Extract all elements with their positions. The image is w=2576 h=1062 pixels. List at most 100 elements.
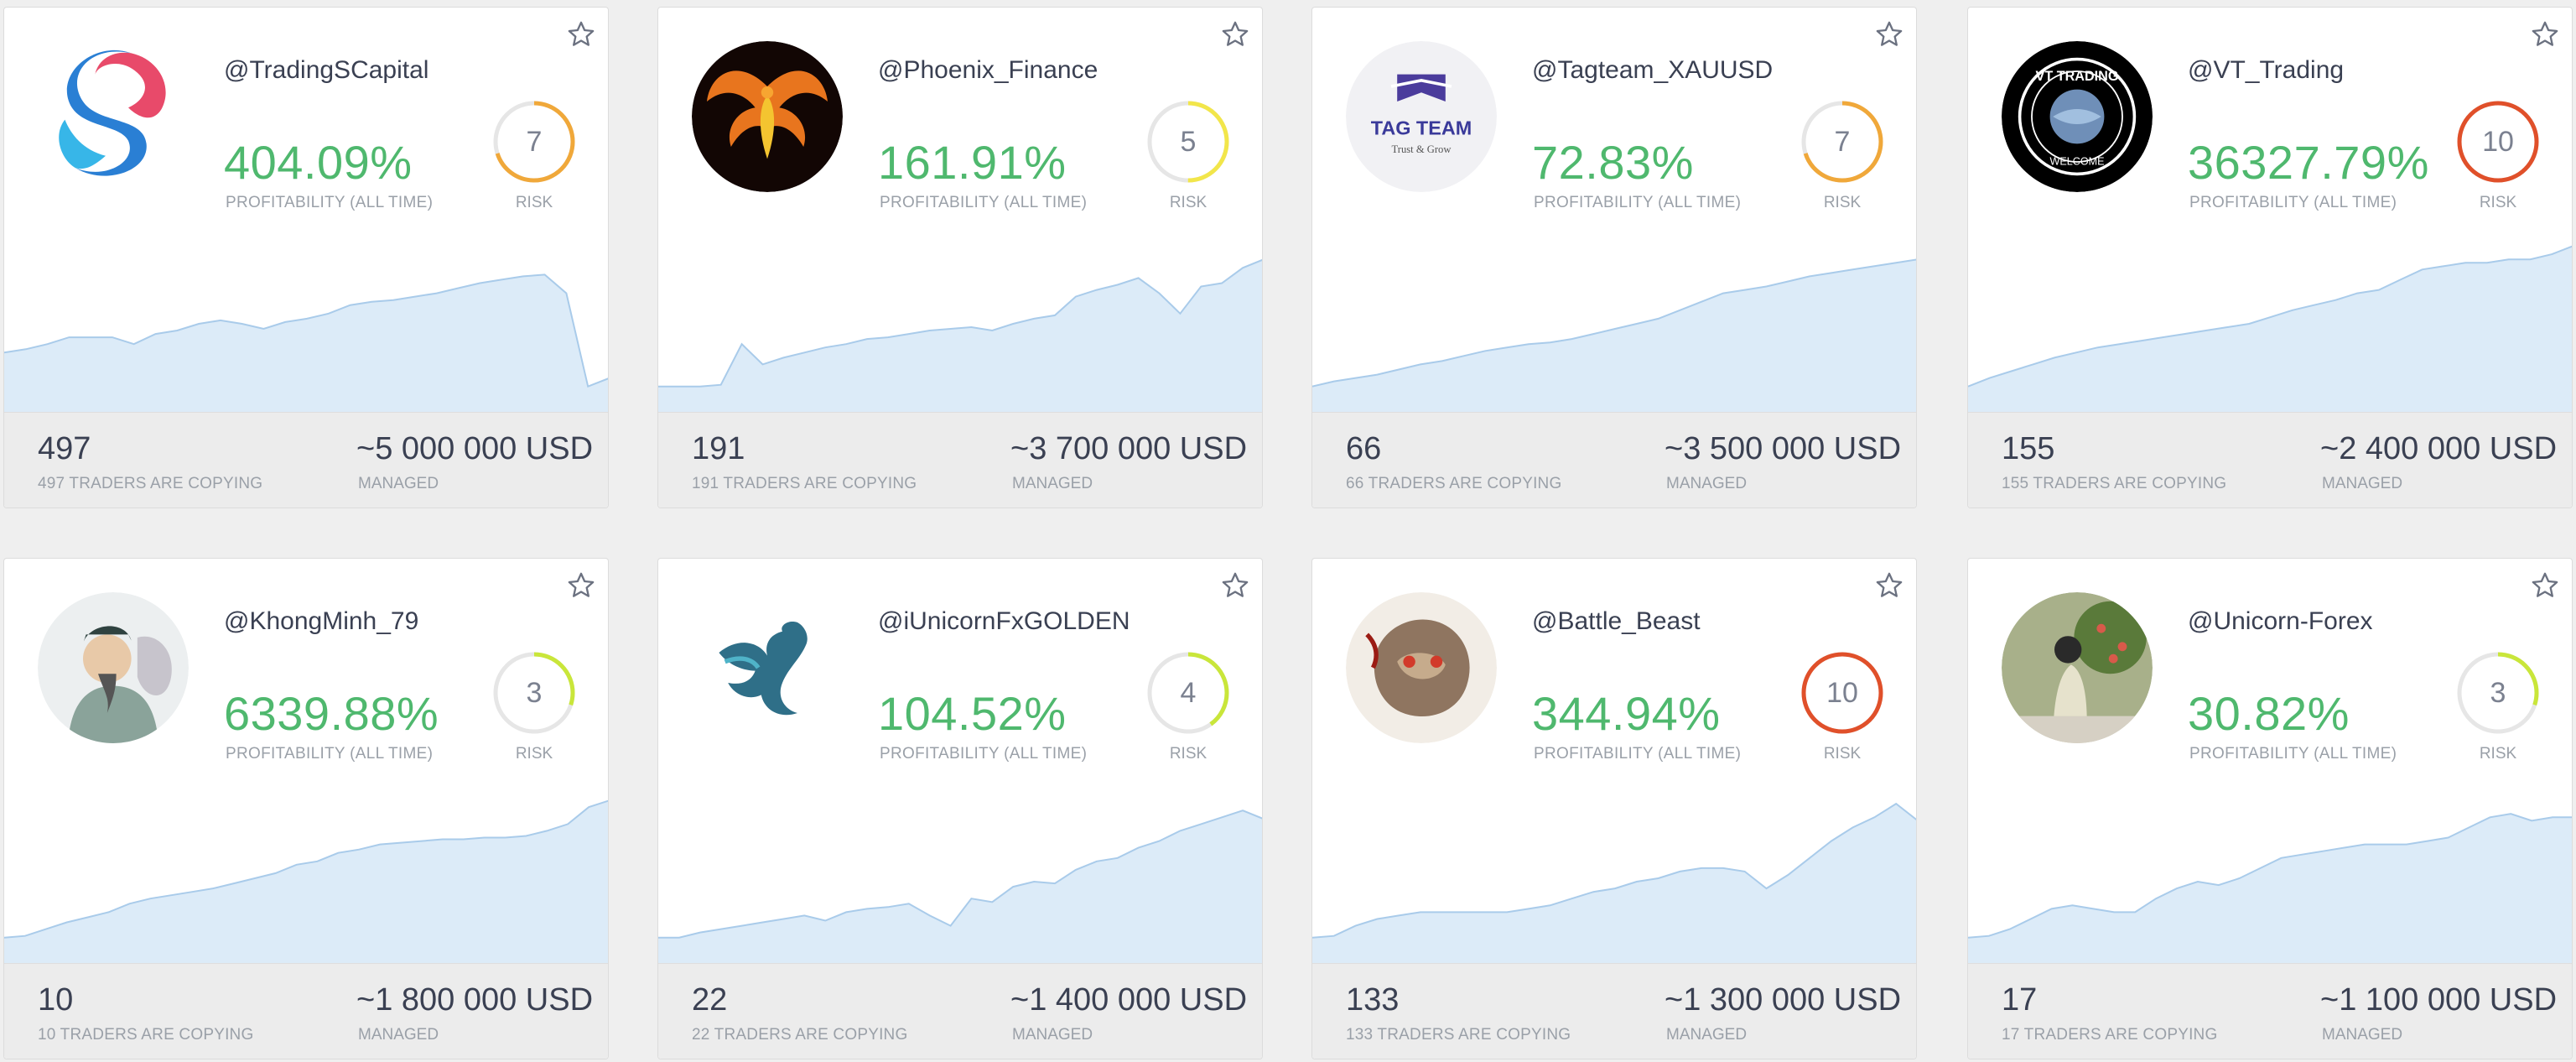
risk-label: RISK <box>1169 745 1208 763</box>
equity-chart <box>4 234 608 412</box>
risk-label: RISK <box>2479 745 2517 763</box>
equity-chart <box>4 785 608 963</box>
copiers-count: 191 <box>692 431 745 466</box>
risk-label: RISK <box>1169 194 1208 211</box>
svg-text:WELCOME: WELCOME <box>2049 156 2104 168</box>
managed-amount: ~2 400 000 USD <box>2320 431 2558 466</box>
trader-avatar[interactable]: TAG TEAM Trust & Grow <box>1346 41 1497 192</box>
copiers-count: 497 <box>38 431 91 466</box>
managed-amount: ~5 000 000 USD <box>356 431 594 466</box>
risk-value: 5 <box>1180 126 1197 158</box>
trader-handle[interactable]: @Battle_Beast <box>1532 607 1701 636</box>
card-footer: 155 155 TRADERS ARE COPYING ~2 400 000 U… <box>1968 412 2572 508</box>
managed-label: MANAGED <box>1666 475 1748 492</box>
favorite-star-icon[interactable] <box>1218 18 1252 51</box>
trader-card[interactable]: @Phoenix_Finance 161.91% PROFITABILITY (… <box>657 7 1263 508</box>
risk-label: RISK <box>515 745 553 763</box>
equity-chart <box>658 234 1262 412</box>
trader-card[interactable]: @iUnicornFxGOLDEN 104.52% PROFITABILITY … <box>657 558 1263 1059</box>
profitability-value: 6339.88% <box>224 687 439 740</box>
card-footer: 133 133 TRADERS ARE COPYING ~1 300 000 U… <box>1312 963 1916 1059</box>
profitability-label: PROFITABILITY (ALL TIME) <box>1534 745 1742 763</box>
risk-label: RISK <box>515 194 553 211</box>
trader-avatar[interactable] <box>38 41 189 192</box>
managed-amount: ~3 500 000 USD <box>1665 431 1902 466</box>
card-footer: 10 10 TRADERS ARE COPYING ~1 800 000 USD… <box>4 963 608 1059</box>
svg-text:Trust & Grow: Trust & Grow <box>1392 143 1452 155</box>
trader-handle[interactable]: @KhongMinh_79 <box>224 607 418 636</box>
equity-area <box>1312 804 1916 963</box>
trader-avatar[interactable] <box>38 592 189 743</box>
trader-handle[interactable]: @Tagteam_XAUUSD <box>1532 56 1773 85</box>
trader-handle[interactable]: @Phoenix_Finance <box>878 56 1098 85</box>
copiers-label: 17 TRADERS ARE COPYING <box>2002 1026 2218 1044</box>
profitability-value: 404.09% <box>224 136 413 189</box>
profitability-value: 36327.79% <box>2188 136 2429 189</box>
risk-label: RISK <box>1823 745 1862 763</box>
equity-chart <box>1312 785 1916 963</box>
favorite-star-icon[interactable] <box>564 569 598 602</box>
copiers-count: 10 <box>38 982 74 1018</box>
trader-card[interactable]: @KhongMinh_79 6339.88% PROFITABILITY (AL… <box>3 558 609 1059</box>
equity-area <box>4 800 608 963</box>
svg-text:VT TRADING: VT TRADING <box>2036 69 2119 84</box>
profitability-label: PROFITABILITY (ALL TIME) <box>2189 745 2397 763</box>
copiers-label: 133 TRADERS ARE COPYING <box>1346 1026 1571 1044</box>
trader-avatar[interactable] <box>2002 592 2153 743</box>
managed-label: MANAGED <box>2322 475 2403 492</box>
trader-card[interactable]: TAG TEAM Trust & Grow @Tagteam_XAUUSD 72… <box>1311 7 1917 508</box>
copiers-label: 66 TRADERS ARE COPYING <box>1346 475 1562 492</box>
risk-value: 7 <box>526 126 543 158</box>
copiers-count: 66 <box>1346 431 1382 466</box>
favorite-star-icon[interactable] <box>1218 569 1252 602</box>
equity-area <box>1968 814 2572 963</box>
copiers-count: 17 <box>2002 982 2038 1018</box>
trader-card[interactable]: @TradingSCapital 404.09% PROFITABILITY (… <box>3 7 609 508</box>
trader-handle[interactable]: @Unicorn-Forex <box>2188 607 2373 636</box>
profitability-value: 344.94% <box>1532 687 1721 740</box>
managed-amount: ~1 400 000 USD <box>1010 982 1248 1018</box>
favorite-star-icon[interactable] <box>564 18 598 51</box>
trader-card[interactable]: @Battle_Beast 344.94% PROFITABILITY (ALL… <box>1311 558 1917 1059</box>
favorite-star-icon[interactable] <box>1872 18 1906 51</box>
card-footer: 497 497 TRADERS ARE COPYING ~5 000 000 U… <box>4 412 608 508</box>
managed-label: MANAGED <box>358 1026 439 1044</box>
managed-label: MANAGED <box>1666 1026 1748 1044</box>
trader-handle[interactable]: @iUnicornFxGOLDEN <box>878 607 1130 636</box>
risk-value: 10 <box>2482 126 2514 158</box>
copiers-count: 22 <box>692 982 728 1018</box>
trader-avatar[interactable] <box>1346 592 1497 743</box>
trader-avatar[interactable] <box>692 41 843 192</box>
favorite-star-icon[interactable] <box>1872 569 1906 602</box>
copiers-label: 191 TRADERS ARE COPYING <box>692 475 917 492</box>
trader-avatar[interactable]: VT TRADING WELCOME <box>2002 41 2153 192</box>
trader-avatar[interactable] <box>692 592 843 743</box>
profitability-label: PROFITABILITY (ALL TIME) <box>226 194 434 211</box>
profitability-label: PROFITABILITY (ALL TIME) <box>226 745 434 763</box>
trader-handle[interactable]: @TradingSCapital <box>224 56 428 85</box>
equity-area <box>1968 246 2572 412</box>
trader-card[interactable]: VT TRADING WELCOME @VT_Trading 36327.79%… <box>1967 7 2573 508</box>
equity-area <box>658 260 1262 412</box>
risk-label: RISK <box>1823 194 1862 211</box>
equity-chart <box>658 785 1262 963</box>
trader-card[interactable]: @Unicorn-Forex 30.82% PROFITABILITY (ALL… <box>1967 558 2573 1059</box>
equity-chart <box>1312 234 1916 412</box>
managed-amount: ~1 800 000 USD <box>356 982 594 1018</box>
risk-value: 4 <box>1180 677 1197 709</box>
equity-chart <box>1968 234 2572 412</box>
risk-value: 7 <box>1834 126 1851 158</box>
profitability-value: 30.82% <box>2188 687 2350 740</box>
equity-area <box>4 274 608 412</box>
copiers-label: 497 TRADERS ARE COPYING <box>38 475 263 492</box>
profitability-label: PROFITABILITY (ALL TIME) <box>1534 194 1742 211</box>
managed-amount: ~3 700 000 USD <box>1010 431 1248 466</box>
favorite-star-icon[interactable] <box>2528 18 2562 51</box>
trader-handle[interactable]: @VT_Trading <box>2188 56 2344 85</box>
risk-label: RISK <box>2479 194 2517 211</box>
risk-value: 3 <box>526 677 543 709</box>
equity-area <box>1312 259 1916 412</box>
profitability-value: 104.52% <box>878 687 1067 740</box>
managed-label: MANAGED <box>358 475 439 492</box>
favorite-star-icon[interactable] <box>2528 569 2562 602</box>
